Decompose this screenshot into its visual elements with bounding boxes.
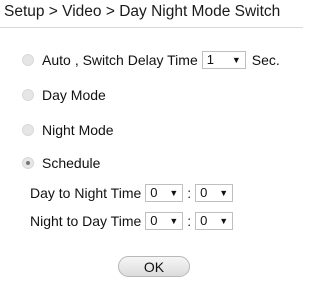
ok-button[interactable]: OK — [118, 256, 190, 277]
switch-delay-value: 1 — [206, 52, 214, 67]
night-to-day-hour-value: 0 — [150, 213, 158, 228]
auto-mode-radio[interactable] — [22, 54, 34, 66]
page-title: Setup > Video > Day Night Mode Switch — [4, 3, 281, 20]
switch-delay-label: , Switch Delay Time — [74, 52, 198, 68]
schedule-label: Schedule — [42, 155, 101, 171]
time-separator: : — [187, 185, 192, 201]
schedule-radio[interactable] — [22, 157, 34, 169]
auto-mode-row: Auto , Switch Delay Time 1 ▼ Sec. — [22, 51, 280, 69]
night-mode-label: Night Mode — [42, 122, 114, 138]
night-mode-radio[interactable] — [22, 124, 34, 136]
day-to-night-minute-value: 0 — [200, 185, 208, 200]
day-to-night-hour-value: 0 — [150, 185, 158, 200]
day-to-night-row: Day to Night Time 0 ▼ : 0 ▼ — [30, 184, 234, 202]
night-to-day-hour-select[interactable]: 0 ▼ — [145, 212, 184, 230]
day-night-mode-settings: Setup > Video > Day Night Mode Switch Au… — [0, 0, 303, 281]
switch-delay-select[interactable]: 1 ▼ — [201, 51, 246, 69]
title-divider — [0, 27, 303, 28]
day-to-night-minute-select[interactable]: 0 ▼ — [195, 184, 234, 202]
night-to-day-minute-value: 0 — [200, 213, 208, 228]
day-mode-label: Day Mode — [42, 87, 106, 103]
chevron-down-icon: ▼ — [231, 54, 241, 65]
night-to-day-label: Night to Day Time — [30, 213, 142, 229]
chevron-down-icon: ▼ — [219, 187, 229, 198]
day-mode-row: Day Mode — [22, 87, 106, 103]
switch-delay-unit: Sec. — [251, 52, 280, 68]
night-mode-row: Night Mode — [22, 122, 114, 138]
day-to-night-label: Day to Night Time — [30, 185, 142, 201]
night-to-day-row: Night to Day Time 0 ▼ : 0 ▼ — [30, 212, 234, 230]
night-to-day-minute-select[interactable]: 0 ▼ — [195, 212, 234, 230]
chevron-down-icon: ▼ — [219, 215, 229, 226]
time-separator: : — [187, 213, 192, 229]
chevron-down-icon: ▼ — [169, 215, 179, 226]
day-to-night-hour-select[interactable]: 0 ▼ — [145, 184, 184, 202]
auto-mode-label: Auto — [42, 52, 71, 68]
day-mode-radio[interactable] — [22, 89, 34, 101]
chevron-down-icon: ▼ — [169, 187, 179, 198]
schedule-row: Schedule — [22, 155, 100, 171]
